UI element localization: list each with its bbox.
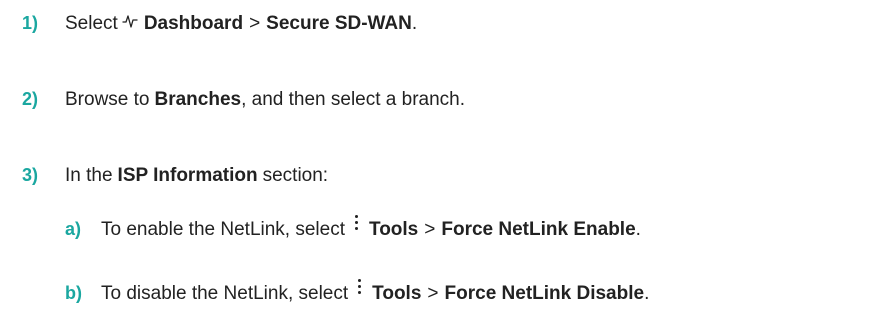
substep-b: b) To disable the NetLink, select Tools … xyxy=(65,278,649,307)
step-number: 3) xyxy=(22,165,39,185)
step-number: 1) xyxy=(22,13,39,33)
menu-force-netlink-disable: Force NetLink Disable xyxy=(444,283,645,304)
substep-text: To disable the NetLink, select xyxy=(101,283,349,304)
menu-tools: Tools xyxy=(369,219,419,240)
menu-dashboard: Dashboard xyxy=(143,13,244,34)
substep-number: b) xyxy=(65,283,82,303)
step-number: 2) xyxy=(22,89,39,109)
substep-a: a) To enable the NetLink, select Tools >… xyxy=(65,214,641,243)
vertical-dots-icon xyxy=(358,276,362,297)
step-end: . xyxy=(644,283,650,304)
separator: > xyxy=(427,283,439,304)
step-3: 3) In the ISP Information section: xyxy=(22,162,328,189)
pulse-icon xyxy=(122,11,138,37)
step-text-end: section: xyxy=(262,165,329,186)
substep-number: a) xyxy=(65,219,82,239)
separator: > xyxy=(424,219,436,240)
vertical-dots-icon xyxy=(355,212,359,233)
menu-tools: Tools xyxy=(372,283,422,304)
step-end: . xyxy=(411,13,418,34)
menu-branches: Branches xyxy=(154,89,242,110)
step-text: Select xyxy=(65,13,118,34)
step-text: In the xyxy=(65,165,113,186)
menu-force-netlink-enable: Force NetLink Enable xyxy=(441,219,636,240)
substep-text: To enable the NetLink, select xyxy=(101,219,345,240)
step-end: . xyxy=(635,219,641,240)
menu-secure-sd-wan: Secure SD-WAN xyxy=(266,13,412,34)
step-text: Browse to xyxy=(65,89,150,110)
step-text-end: , and then select a branch. xyxy=(241,89,466,110)
separator: > xyxy=(249,13,261,34)
step-1: 1) Select Dashboard > Secure SD-WAN . xyxy=(22,10,417,37)
step-2: 2) Browse to Branches , and then select … xyxy=(22,86,465,113)
section-isp-information: ISP Information xyxy=(117,165,258,186)
